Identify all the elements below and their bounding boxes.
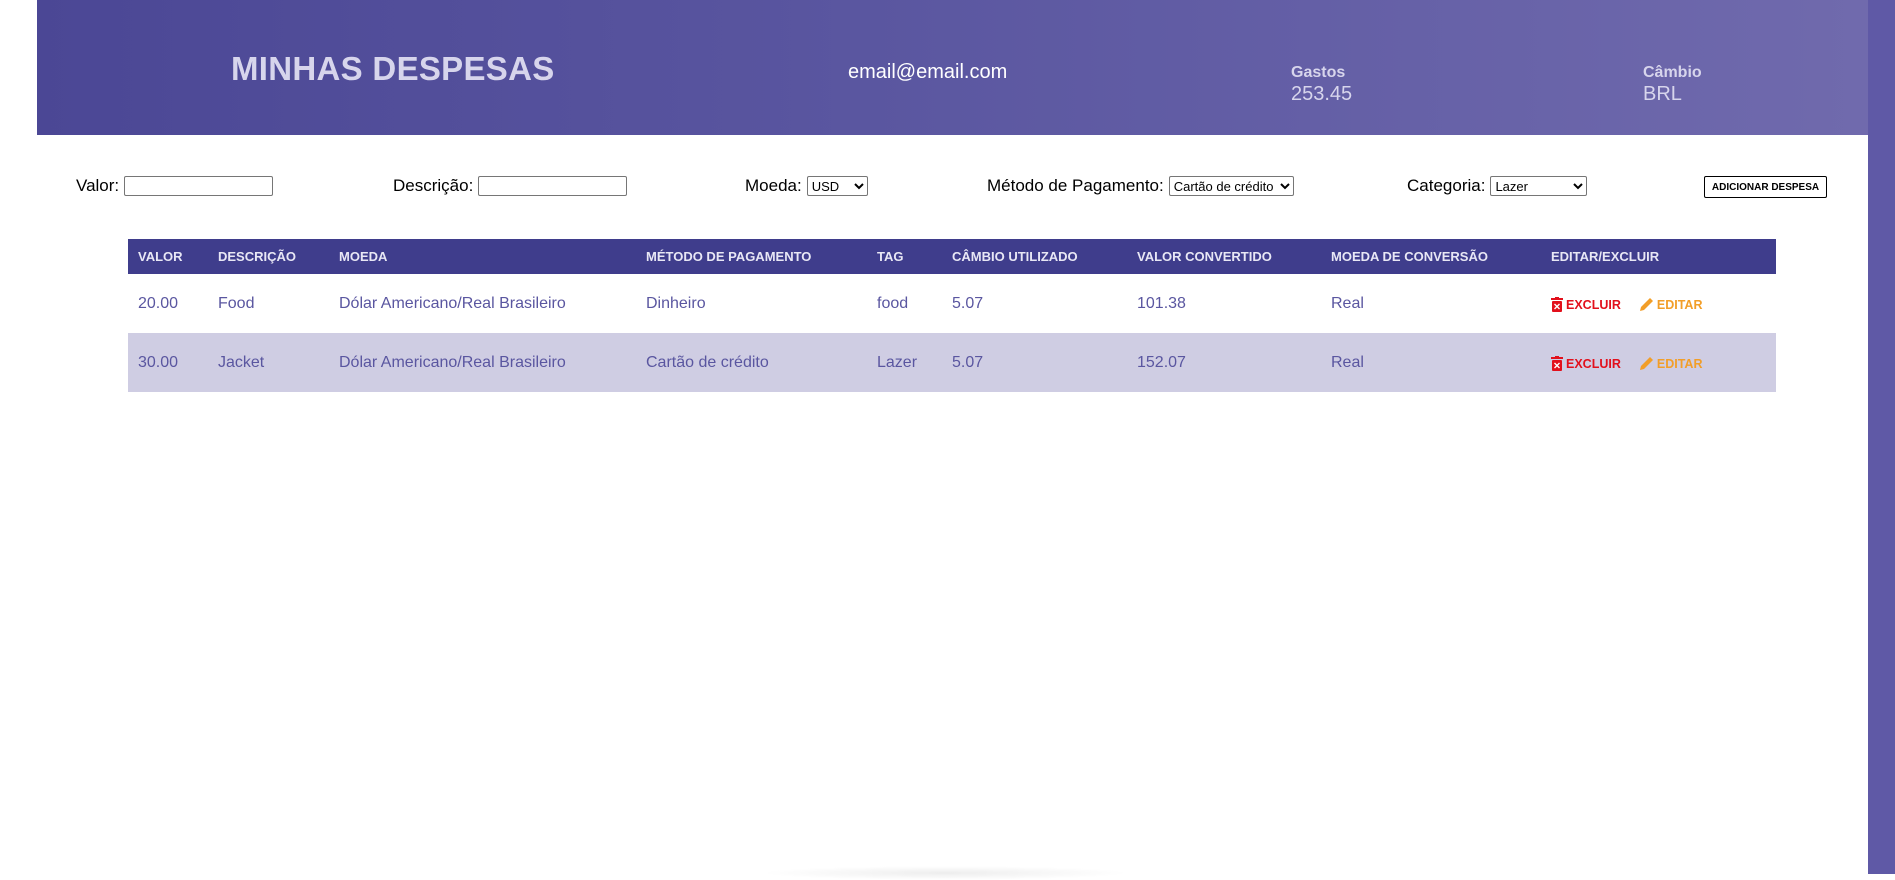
- edit-label: EDITAR: [1656, 357, 1703, 371]
- cell-tag: food: [877, 294, 909, 312]
- trash-icon: [1551, 356, 1563, 371]
- col-header-moeda: MOEDA: [339, 249, 388, 264]
- moeda-select[interactable]: USD: [806, 176, 868, 196]
- col-header-metodo: MÉTODO DE PAGAMENTO: [646, 249, 812, 264]
- valor-field-group: Valor:: [76, 175, 274, 197]
- metodo-label: Método de Pagamento:: [987, 176, 1164, 195]
- categoria-select[interactable]: Lazer: [1490, 176, 1588, 196]
- valor-input[interactable]: [124, 176, 274, 196]
- table-header-row: VALOR DESCRIÇÃO MOEDA MÉTODO DE PAGAMENT…: [128, 239, 1776, 274]
- cell-moeda: Dólar Americano/Real Brasileiro: [339, 294, 566, 312]
- pencil-icon: [1639, 298, 1653, 311]
- col-header-acoes: EDITAR/EXCLUIR: [1551, 249, 1660, 264]
- cell-tag: Lazer: [877, 353, 918, 371]
- descricao-field-group: Descrição:: [393, 175, 628, 197]
- cell-valor: 20.00: [138, 294, 179, 312]
- edit-button[interactable]: EDITAR: [1639, 297, 1703, 312]
- cell-moeda-conversao: Real: [1331, 294, 1364, 312]
- total-expenses: Gastos 253.45: [1291, 64, 1352, 106]
- descricao-input[interactable]: [478, 176, 628, 196]
- page-title: MINHAS DESPESAS: [231, 50, 555, 87]
- cell-metodo: Cartão de crédito: [646, 353, 769, 371]
- cell-descricao: Food: [218, 294, 255, 312]
- expenses-table: VALOR DESCRIÇÃO MOEDA MÉTODO DE PAGAMENT…: [128, 239, 1776, 392]
- user-email: email@email.com: [848, 61, 1008, 83]
- cell-metodo: Dinheiro: [646, 294, 706, 312]
- moeda-field-group: Moeda: USD: [745, 175, 868, 197]
- cell-moeda: Dólar Americano/Real Brasileiro: [339, 353, 566, 371]
- delete-button[interactable]: EXCLUIR: [1551, 297, 1621, 312]
- categoria-label: Categoria:: [1407, 176, 1486, 195]
- valor-label: Valor:: [76, 176, 120, 195]
- cell-cambio: 5.07: [952, 294, 984, 312]
- add-expense-button[interactable]: ADICIONAR DESPESA: [1704, 176, 1827, 198]
- total-expenses-label: Gastos: [1291, 64, 1346, 81]
- col-header-convertido: VALOR CONVERTIDO: [1137, 249, 1272, 264]
- right-edge-bar: [1868, 0, 1895, 874]
- trash-icon: [1551, 297, 1563, 312]
- cell-convertido: 101.38: [1137, 294, 1186, 312]
- total-expenses-value: 253.45: [1291, 83, 1353, 105]
- col-header-valor: VALOR: [138, 249, 183, 264]
- col-header-descricao: DESCRIÇÃO: [218, 249, 297, 264]
- descricao-label: Descrição:: [393, 176, 474, 195]
- cell-actions: EXCLUIR EDITAR: [1541, 333, 1776, 392]
- cell-convertido: 152.07: [1137, 353, 1186, 371]
- table-row: 20.00 Food Dólar Americano/Real Brasilei…: [128, 274, 1776, 333]
- edit-button[interactable]: EDITAR: [1639, 356, 1703, 371]
- edit-label: EDITAR: [1656, 298, 1703, 312]
- app-header: MINHAS DESPESAS email@email.com Gastos 2…: [37, 0, 1868, 135]
- exchange-currency-value: BRL: [1643, 83, 1682, 105]
- exchange-currency-label: Câmbio: [1643, 64, 1702, 81]
- cell-valor: 30.00: [138, 353, 179, 371]
- table-row: 30.00 Jacket Dólar Americano/Real Brasil…: [128, 333, 1776, 392]
- col-header-moeda-conversao: MOEDA DE CONVERSÃO: [1331, 249, 1488, 264]
- metodo-field-group: Método de Pagamento: Cartão de crédito: [987, 175, 1294, 197]
- bottom-shadow: [760, 866, 1130, 880]
- delete-label: EXCLUIR: [1566, 298, 1621, 312]
- col-header-cambio: CÂMBIO UTILIZADO: [952, 249, 1078, 264]
- moeda-label: Moeda:: [745, 176, 802, 195]
- cell-actions: EXCLUIR EDITAR: [1541, 274, 1776, 333]
- cell-moeda-conversao: Real: [1331, 353, 1364, 371]
- cell-cambio: 5.07: [952, 353, 984, 371]
- expense-form: Valor: Descrição: Moeda: USD Método de P…: [0, 175, 1868, 205]
- col-header-tag: TAG: [877, 249, 904, 264]
- metodo-select[interactable]: Cartão de crédito: [1168, 176, 1294, 196]
- categoria-field-group: Categoria: Lazer: [1407, 175, 1588, 197]
- cell-descricao: Jacket: [218, 353, 265, 371]
- exchange-currency: Câmbio BRL: [1643, 64, 1702, 106]
- delete-button[interactable]: EXCLUIR: [1551, 356, 1621, 371]
- delete-label: EXCLUIR: [1566, 357, 1621, 371]
- pencil-icon: [1639, 357, 1653, 370]
